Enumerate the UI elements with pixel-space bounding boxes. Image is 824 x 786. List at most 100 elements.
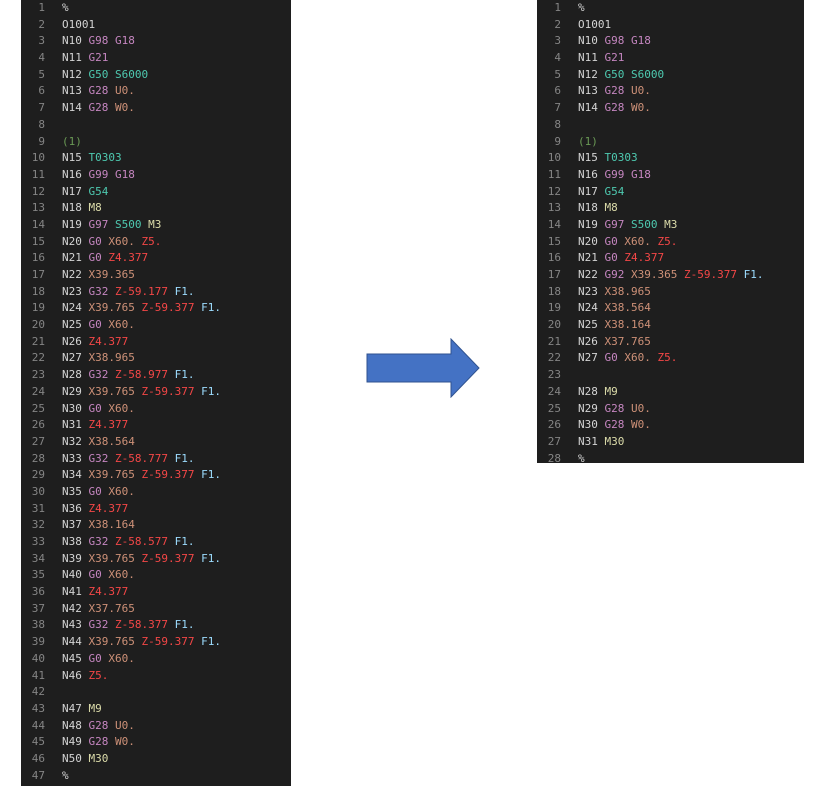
code-line[interactable]: N17 G54: [578, 184, 763, 201]
code-line[interactable]: N18 M8: [578, 200, 763, 217]
code-line[interactable]: N50 M30: [62, 751, 221, 768]
code-line[interactable]: N30 G0 X60.: [62, 401, 221, 418]
code-line[interactable]: N22 G92 X39.365 Z-59.377 F1.: [578, 267, 763, 284]
line-number: 22: [547, 351, 561, 365]
code-line[interactable]: N47 M9: [62, 701, 221, 718]
code-line[interactable]: N19 G97 S500 M3: [578, 217, 763, 234]
code-line[interactable]: N22 X39.365: [62, 267, 221, 284]
code-area[interactable]: % O1001 N10 G98 G18 N11 G21 N12 G50 S6000 N13…: [578, 0, 763, 463]
code-line[interactable]: N10 G98 G18: [62, 33, 221, 50]
code-line[interactable]: N40 G0 X60.: [62, 567, 221, 584]
code-line[interactable]: %: [578, 451, 763, 463]
code-line[interactable]: N28 G32 Z-58.977 F1.: [62, 367, 221, 384]
code-line[interactable]: N12 G50 S6000: [62, 67, 221, 84]
code-line[interactable]: %: [62, 0, 221, 17]
code-line[interactable]: N10 G98 G18: [578, 33, 763, 50]
code-line[interactable]: N24 X39.765 Z-59.377 F1.: [62, 300, 221, 317]
code-line[interactable]: N23 X38.965: [578, 284, 763, 301]
code-line[interactable]: N39 X39.765 Z-59.377 F1.: [62, 551, 221, 568]
code-line[interactable]: O1001: [578, 17, 763, 34]
code-line[interactable]: (1): [62, 134, 221, 151]
code-line[interactable]: N13 G28 U0.: [578, 83, 763, 100]
code-line[interactable]: N11 G21: [578, 50, 763, 67]
code-token: N44: [62, 635, 89, 649]
code-token: N22: [62, 268, 89, 281]
code-line[interactable]: N32 X38.564: [62, 434, 221, 451]
code-line[interactable]: N13 G28 U0.: [62, 83, 221, 100]
code-line[interactable]: N19 G97 S500 M3: [62, 217, 221, 234]
code-line[interactable]: N29 X39.765 Z-59.377 F1.: [62, 384, 221, 401]
code-line[interactable]: N25 X38.164: [578, 317, 763, 334]
code-token: X38.164: [88, 518, 135, 532]
code-token: F1.: [201, 551, 221, 565]
code-token: N20: [578, 234, 605, 248]
code-line[interactable]: N30 G28 W0.: [578, 417, 763, 434]
code-line[interactable]: N45 G0 X60.: [62, 651, 221, 668]
code-line[interactable]: N33 G32 Z-58.777 F1.: [62, 451, 221, 468]
code-line[interactable]: N23 G32 Z-59.177 F1.: [62, 284, 221, 301]
code-token: %: [578, 1, 585, 14]
code-line[interactable]: N20 G0 X60. Z5.: [62, 234, 221, 251]
code-line[interactable]: N16 G99 G18: [578, 167, 763, 184]
code-line[interactable]: N26 Z4.377: [62, 334, 221, 351]
code-line[interactable]: N38 G32 Z-58.577 F1.: [62, 534, 221, 551]
code-token: N34: [62, 468, 89, 482]
code-token: G21: [604, 51, 625, 65]
code-line[interactable]: N41 Z4.377: [62, 584, 221, 601]
code-line[interactable]: [578, 367, 763, 384]
code-line[interactable]: N27 G0 X60. Z5.: [578, 350, 763, 367]
code-line[interactable]: N15 T0303: [578, 150, 763, 167]
code-line[interactable]: %: [62, 768, 221, 785]
code-line[interactable]: N15 T0303: [62, 150, 221, 167]
code-area[interactable]: % O1001 N10 G98 G18 N11 G21 N12 G50 S6000 N13…: [62, 0, 221, 784]
code-token: Z4.377: [88, 418, 129, 432]
code-line[interactable]: O1001: [62, 17, 221, 34]
code-token: N49: [62, 735, 89, 749]
code-line[interactable]: N35 G0 X60.: [62, 484, 221, 501]
code-line[interactable]: N43 G32 Z-58.377 F1.: [62, 617, 221, 634]
code-token: X60.: [108, 234, 135, 248]
code-line[interactable]: [62, 117, 221, 134]
code-line[interactable]: N21 G0 Z4.377: [578, 250, 763, 267]
code-token: X37.765: [88, 601, 135, 615]
code-line[interactable]: N25 G0 X60.: [62, 317, 221, 334]
code-line[interactable]: N44 X39.765 Z-59.377 F1.: [62, 634, 221, 651]
code-line[interactable]: N31 Z4.377: [62, 417, 221, 434]
code-line[interactable]: [62, 684, 221, 701]
code-line[interactable]: N14 G28 W0.: [62, 100, 221, 117]
code-line[interactable]: (1): [578, 134, 763, 151]
code-line[interactable]: N37 X38.164: [62, 517, 221, 534]
code-token: G32: [88, 535, 109, 548]
code-token: N47: [62, 701, 89, 715]
code-line[interactable]: N29 G28 U0.: [578, 401, 763, 418]
code-token: G18: [115, 34, 135, 48]
code-line[interactable]: %: [578, 0, 763, 17]
code-line[interactable]: N49 G28 W0.: [62, 734, 221, 751]
code-line[interactable]: N48 G28 U0.: [62, 718, 221, 735]
code-line[interactable]: N36 Z4.377: [62, 501, 221, 518]
code-line[interactable]: N46 Z5.: [62, 668, 221, 685]
code-line[interactable]: N28 M9: [578, 384, 763, 401]
code-line[interactable]: N31 M30: [578, 434, 763, 451]
code-line[interactable]: N17 G54: [62, 184, 221, 201]
code-token: X60.: [108, 568, 135, 582]
code-line[interactable]: N27 X38.965: [62, 350, 221, 367]
code-line[interactable]: N42 X37.765: [62, 601, 221, 618]
code-line[interactable]: N12 G50 S6000: [578, 67, 763, 84]
code-token: S500: [115, 217, 142, 231]
code-line[interactable]: N20 G0 X60. Z5.: [578, 234, 763, 251]
code-token: X60.: [624, 234, 651, 248]
code-line[interactable]: [578, 117, 763, 134]
code-line[interactable]: N16 G99 G18: [62, 167, 221, 184]
code-token: N30: [578, 418, 605, 432]
code-token: G99: [88, 167, 109, 181]
code-line[interactable]: N26 X37.765: [578, 334, 763, 351]
code-line[interactable]: N34 X39.765 Z-59.377 F1.: [62, 467, 221, 484]
code-line[interactable]: N24 X38.564: [578, 300, 763, 317]
code-line[interactable]: N21 G0 Z4.377: [62, 250, 221, 267]
code-line[interactable]: N11 G21: [62, 50, 221, 67]
code-line[interactable]: N14 G28 W0.: [578, 100, 763, 117]
code-line[interactable]: N18 M8: [62, 200, 221, 217]
